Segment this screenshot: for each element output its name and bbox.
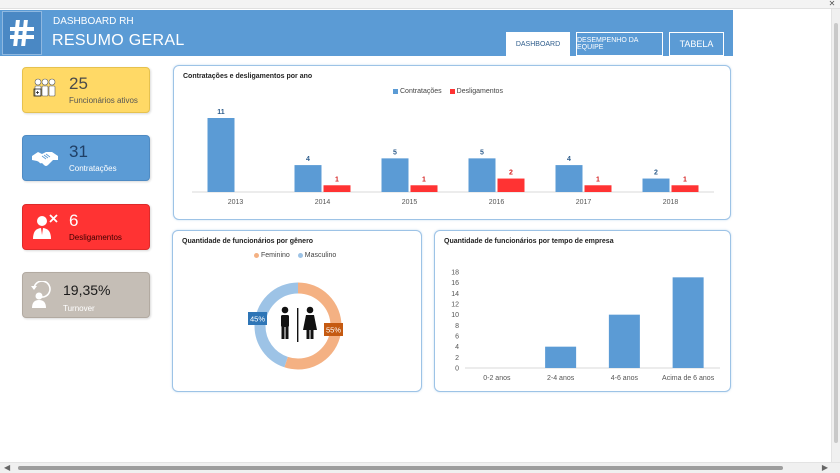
bar-desligamentos-2016 (497, 178, 525, 192)
data-label: 5 (393, 149, 397, 156)
data-label: 4 (306, 156, 310, 163)
dashboard-subtitle: DASHBOARD RH (53, 16, 134, 27)
bar-chart-contratacoes-desligamentos: 11 2013 4 1 2014 5 1 2015 5 2 2016 4 1 2017 2 1 2018 (192, 109, 714, 206)
x-tick-label: 4-6 anos (611, 375, 639, 382)
bar-4-6 anos (608, 314, 640, 368)
data-label: 2 (654, 170, 658, 177)
donut-chart-genero: 45% 55% (248, 282, 343, 370)
kpi-value: 6 (69, 211, 79, 230)
scroll-right-icon[interactable]: ▶ (822, 463, 828, 473)
window-top-strip: ✕ (0, 0, 840, 9)
hashtag-logo-icon (2, 11, 42, 55)
data-label: 1 (335, 176, 339, 183)
y-tick-label: 2 (455, 355, 459, 362)
scroll-left-icon[interactable]: ◀ (4, 463, 10, 473)
kpi-value: 19,35% (63, 282, 111, 298)
horizontal-scrollbar[interactable]: ◀ ▶ (0, 462, 840, 473)
excel-dashboard-window: ✕ DASHBOARD RH RESUMO GERAL DASHBOARD DE… (0, 0, 840, 473)
bar-contratações-2016 (468, 158, 496, 192)
x-tick-label: 2015 (402, 199, 418, 206)
data-label: 4 (567, 156, 571, 163)
y-tick-label: 14 (451, 291, 459, 298)
chart-panel-contratacoes-desligamentos: Contratações e desligamentos por ano Con… (173, 65, 731, 220)
dashboard-header: DASHBOARD RH RESUMO GERAL DASHBOARD DESE… (0, 10, 733, 56)
bar-contratações-2015 (381, 158, 409, 192)
bar-Acima de 6 anos (672, 277, 704, 368)
data-label: 11 (217, 109, 225, 116)
x-tick-label: 2018 (663, 199, 679, 206)
bar-contratações-2013 (207, 118, 235, 192)
data-label: 1 (596, 176, 600, 183)
person-refresh-icon (31, 281, 51, 308)
x-tick-label: 0-2 anos (483, 375, 511, 382)
kpi-label: Turnover (63, 304, 95, 313)
bar-desligamentos-2014 (323, 185, 351, 192)
kpi-card-contratacoes: 31 Contratações (22, 135, 150, 181)
data-label: 45% (250, 314, 265, 323)
vertical-scrollbar[interactable] (831, 9, 840, 462)
kpi-label: Desligamentos (69, 233, 122, 242)
x-tick-label: 2014 (315, 199, 331, 206)
chart-panel-tempo-de-empresa: Quantidade de funcionários por tempo de … (434, 230, 731, 392)
scrollbar-thumb[interactable] (834, 23, 838, 443)
data-label: 1 (683, 176, 687, 183)
kpi-value: 25 (69, 74, 88, 93)
x-tick-label: 2013 (228, 199, 244, 206)
kpi-label: Contratações (69, 164, 117, 173)
x-tick-label: 2017 (576, 199, 592, 206)
bar-desligamentos-2017 (584, 185, 612, 192)
kpi-card-desligamentos: 6 Desligamentos (22, 204, 150, 250)
x-tick-label: 2-4 anos (547, 375, 575, 382)
y-tick-label: 8 (455, 323, 459, 330)
y-tick-label: 6 (455, 334, 459, 341)
bar-2-4 anos (545, 346, 577, 368)
y-tick-label: 4 (455, 344, 459, 351)
person-remove-icon (33, 214, 58, 239)
kpi-label: Funcionários ativos (69, 96, 138, 105)
kpi-card-funcionarios-ativos: 25 Funcionários ativos (22, 67, 150, 113)
data-label: 55% (326, 325, 341, 334)
data-label: 5 (480, 149, 484, 156)
close-icon[interactable]: ✕ (827, 0, 837, 8)
x-tick-label: 2016 (489, 199, 505, 206)
y-tick-label: 16 (451, 280, 459, 287)
bar-contratações-2017 (555, 165, 583, 192)
data-label: 2 (509, 170, 513, 177)
scrollbar-thumb[interactable] (18, 466, 783, 470)
people-icon (33, 78, 56, 97)
data-label: 1 (422, 176, 426, 183)
y-tick-label: 0 (455, 366, 459, 373)
tab-dashboard[interactable]: DASHBOARD (506, 32, 570, 56)
y-tick-label: 12 (451, 302, 459, 309)
page-title: RESUMO GERAL (52, 32, 185, 49)
tab-tabela[interactable]: TABELA (669, 32, 724, 56)
handshake-icon (32, 152, 58, 166)
bar-chart-tempo-de-empresa: 0 2 4 6 8 10 12 14 16 18 0-2 anos 2-4 anos 4-6 anos A… (451, 270, 720, 382)
bar-desligamentos-2015 (410, 185, 438, 192)
restroom-icon (281, 306, 317, 342)
y-tick-label: 10 (451, 312, 459, 319)
x-tick-label: Acima de 6 anos (662, 375, 715, 382)
bar-contratações-2018 (642, 178, 670, 192)
tab-desempenho-da-equipe[interactable]: DESEMPENHO DA EQUIPE (576, 32, 663, 56)
bar-contratações-2014 (294, 165, 322, 192)
kpi-card-turnover: 19,35% Turnover (22, 272, 150, 318)
y-tick-label: 18 (451, 270, 459, 277)
bar-desligamentos-2018 (671, 185, 699, 192)
chart-panel-genero: Quantidade de funcionários por gênero Fe… (172, 230, 422, 392)
kpi-value: 31 (69, 142, 88, 161)
